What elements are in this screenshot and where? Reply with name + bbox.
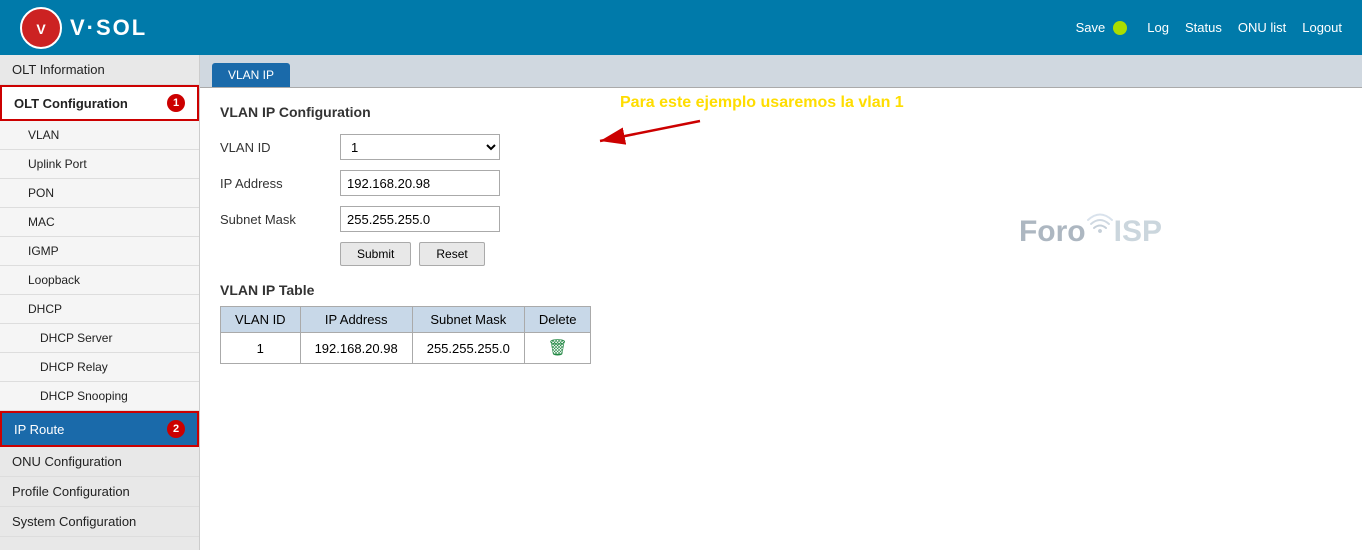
sidebar-item-label: DHCP Server [40, 331, 112, 345]
wifi-icon [1086, 213, 1114, 241]
sidebar-item-label: DHCP Relay [40, 360, 108, 374]
submit-button[interactable]: Submit [340, 242, 411, 266]
badge-1: 1 [167, 94, 185, 112]
cell-vlan-id: 1 [221, 333, 301, 364]
sidebar-item-label: IGMP [28, 244, 59, 258]
sidebar-item-label: Profile Configuration [12, 484, 130, 499]
cell-ip-address: 192.168.20.98 [300, 333, 412, 364]
logout-link[interactable]: Logout [1302, 20, 1342, 35]
sidebar-item-label: OLT Configuration [14, 96, 128, 111]
header: V V·SOL Save Log Status ONU list Logout [0, 0, 1362, 55]
main-content: VLAN IP VLAN IP Configuration VLAN ID 1 … [200, 55, 1362, 550]
sidebar-item-dhcp-server[interactable]: DHCP Server [0, 324, 199, 353]
sidebar-item-olt-information[interactable]: OLT Information [0, 55, 199, 85]
save-area: Save [1076, 20, 1128, 35]
sidebar-item-loopback[interactable]: Loopback [0, 266, 199, 295]
main-layout: OLT Information OLT Configuration 1 VLAN… [0, 55, 1362, 550]
sidebar-item-onu-configuration[interactable]: ONU Configuration [0, 447, 199, 477]
watermark-foro: Foro [1019, 215, 1086, 249]
annotation-area: Para este ejemplo usaremos la vlan 1 [560, 94, 904, 149]
logo-area: V V·SOL [20, 7, 147, 49]
sidebar-item-uplink-port[interactable]: Uplink Port [0, 150, 199, 179]
sidebar-item-label: MAC [28, 215, 55, 229]
button-row: Submit Reset [340, 242, 591, 266]
sidebar-item-label: System Configuration [12, 514, 136, 529]
logo-text: V·SOL [70, 15, 147, 41]
badge-2: 2 [167, 420, 185, 438]
log-link[interactable]: Log [1147, 20, 1169, 35]
header-nav: Log Status ONU list Logout [1147, 20, 1342, 35]
vlan-id-row: VLAN ID 1 [220, 134, 591, 160]
subnet-mask-row: Subnet Mask [220, 206, 591, 232]
ip-address-row: IP Address [220, 170, 591, 196]
sidebar-item-olt-configuration[interactable]: OLT Configuration 1 [0, 85, 199, 121]
section-title: VLAN IP Configuration [220, 104, 591, 120]
sidebar-item-ip-route[interactable]: IP Route 2 [0, 411, 199, 447]
reset-button[interactable]: Reset [419, 242, 484, 266]
ip-address-input[interactable] [340, 170, 500, 196]
col-ip-address: IP Address [300, 307, 412, 333]
sidebar-item-label: OLT Information [12, 62, 105, 77]
col-subnet-mask: Subnet Mask [412, 307, 524, 333]
sidebar-item-dhcp-relay[interactable]: DHCP Relay [0, 353, 199, 382]
cell-subnet-mask: 255.255.255.0 [412, 333, 524, 364]
tab-bar: VLAN IP [200, 55, 1362, 88]
delete-row-button[interactable]: 🗑 [547, 338, 567, 358]
sidebar-item-label: DHCP [28, 302, 62, 316]
svg-text:V: V [36, 21, 46, 37]
col-vlan-id: VLAN ID [221, 307, 301, 333]
save-status-dot [1113, 21, 1127, 35]
status-link[interactable]: Status [1185, 20, 1222, 35]
sidebar: OLT Information OLT Configuration 1 VLAN… [0, 55, 200, 550]
sidebar-item-mac[interactable]: MAC [0, 208, 199, 237]
sidebar-item-label: DHCP Snooping [40, 389, 128, 403]
tab-vlan-ip[interactable]: VLAN IP [212, 63, 290, 87]
subnet-mask-label: Subnet Mask [220, 212, 340, 227]
sidebar-item-igmp[interactable]: IGMP [0, 237, 199, 266]
foroisp-watermark: Foro ISP [1019, 215, 1162, 249]
sidebar-item-vlan[interactable]: VLAN [0, 121, 199, 150]
sidebar-item-pon[interactable]: PON [0, 179, 199, 208]
vlan-id-label: VLAN ID [220, 140, 340, 155]
sidebar-item-label: VLAN [28, 128, 59, 142]
sidebar-item-label: Uplink Port [28, 157, 87, 171]
subnet-mask-input[interactable] [340, 206, 500, 232]
vsol-logo-icon: V [20, 7, 62, 49]
arrow-annotation [590, 116, 710, 149]
table-row: 1 192.168.20.98 255.255.255.0 🗑 [221, 333, 591, 364]
vlan-id-select[interactable]: 1 [340, 134, 500, 160]
watermark-isp: ISP [1114, 215, 1162, 249]
sidebar-item-label: IP Route [14, 422, 64, 437]
config-section: VLAN IP Configuration VLAN ID 1 IP Addre… [220, 104, 591, 364]
sidebar-item-dhcp-snooping[interactable]: DHCP Snooping [0, 382, 199, 411]
sidebar-item-label: Loopback [28, 273, 80, 287]
table-section-title: VLAN IP Table [220, 282, 591, 298]
sidebar-item-label: PON [28, 186, 54, 200]
sidebar-item-dhcp[interactable]: DHCP [0, 295, 199, 324]
col-delete: Delete [524, 307, 591, 333]
sidebar-item-label: ONU Configuration [12, 454, 122, 469]
header-right: Save Log Status ONU list Logout [1076, 20, 1342, 35]
save-label[interactable]: Save [1076, 20, 1106, 35]
ip-address-label: IP Address [220, 176, 340, 191]
cell-delete: 🗑 [524, 333, 591, 364]
onu-list-link[interactable]: ONU list [1238, 20, 1286, 35]
sidebar-item-system-configuration[interactable]: System Configuration [0, 507, 199, 537]
content-area: VLAN IP Configuration VLAN ID 1 IP Addre… [200, 88, 1362, 380]
sidebar-item-profile-configuration[interactable]: Profile Configuration [0, 477, 199, 507]
vlan-ip-table: VLAN ID IP Address Subnet Mask Delete 1 … [220, 306, 591, 364]
annotation-text: Para este ejemplo usaremos la vlan 1 [620, 94, 904, 112]
